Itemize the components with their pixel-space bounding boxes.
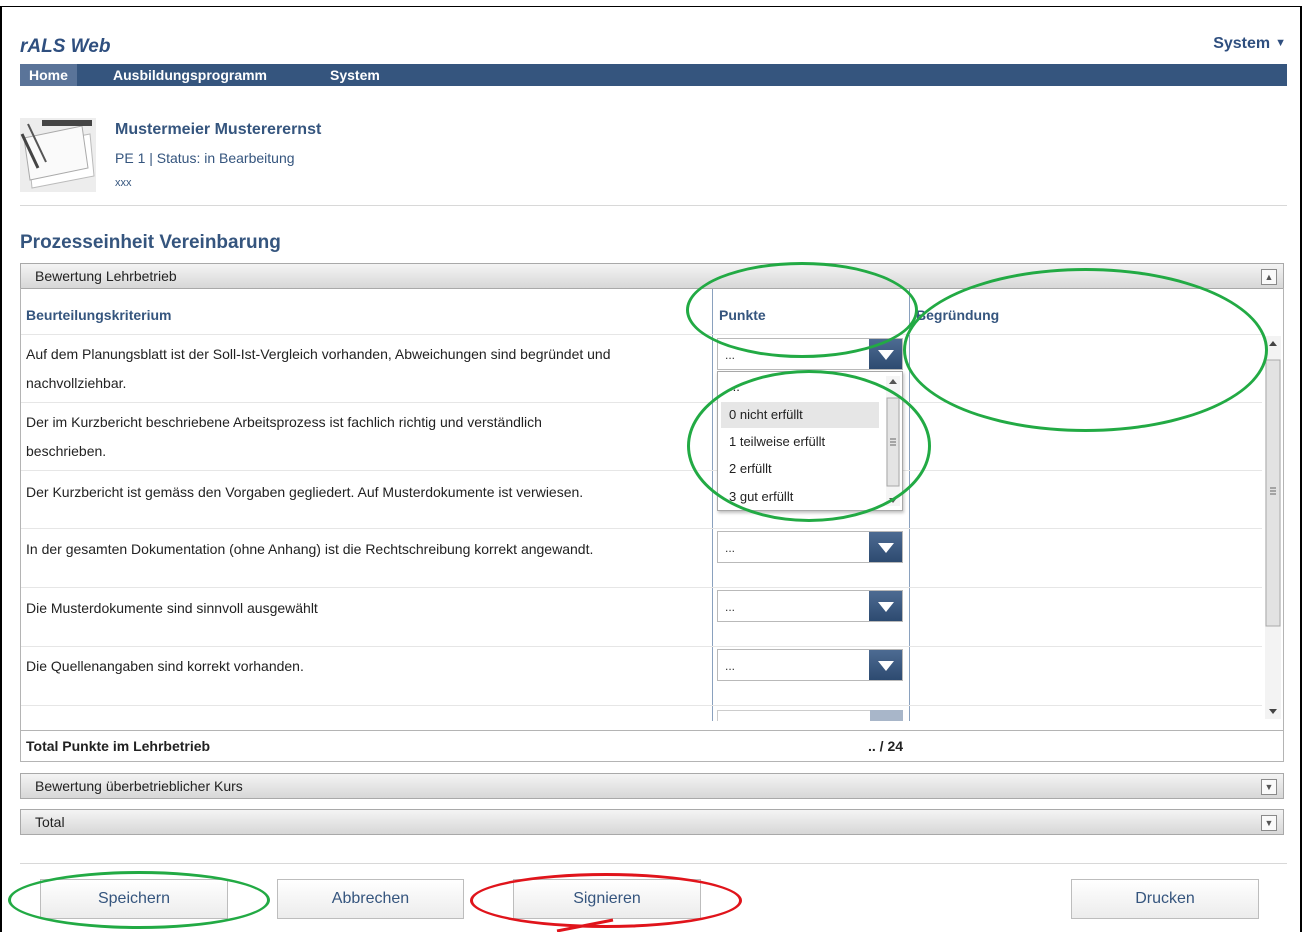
system-menu-label: System xyxy=(1213,35,1271,52)
column-header-criterion: Beurteilungskriterium xyxy=(26,307,172,323)
annotation-ellipse xyxy=(687,370,931,522)
annotation-ellipse xyxy=(8,871,270,929)
points-select[interactable]: ... xyxy=(717,590,903,622)
criterion-text: In der gesamten Dokumentation (ohne Anha… xyxy=(26,541,594,557)
total-row: Total Punkte im Lehrbetrieb .. / 24 xyxy=(20,730,1284,762)
criterion-text: Der Kurzbericht ist gemäss den Vorgaben … xyxy=(26,484,584,500)
total-value: .. / 24 xyxy=(868,738,904,754)
section-title: Prozesseinheit Vereinbarung xyxy=(20,232,281,253)
points-select[interactable]: ... xyxy=(717,531,903,563)
nav-ausbildungsprogramm[interactable]: Ausbildungsprogramm xyxy=(104,64,276,86)
nav-system[interactable]: System xyxy=(321,64,389,86)
app-title: rALS Web xyxy=(20,36,111,57)
table-row: Der Kurzbericht ist gemäss den Vorgaben … xyxy=(26,478,711,507)
annotation-arrow xyxy=(556,918,614,932)
print-button[interactable]: Drucken xyxy=(1071,879,1259,919)
criterion-text: Die Musterdokumente sind sinnvoll ausgew… xyxy=(26,600,318,616)
criterion-text: Die Quellenangaben sind korrekt vorhande… xyxy=(26,658,304,674)
table-row: Der im Kurzbericht beschriebene Arbeitsp… xyxy=(26,408,711,466)
nav-home[interactable]: Home xyxy=(20,64,77,86)
row-divider xyxy=(21,528,1262,529)
panel-header-total[interactable]: Total ▼ xyxy=(20,809,1284,835)
table-row: In der gesamten Dokumentation (ohne Anha… xyxy=(26,535,711,564)
sub-line: xxx xyxy=(115,177,132,189)
panel-title: Total xyxy=(35,814,65,830)
collapse-icon[interactable]: ▲ xyxy=(1261,269,1277,285)
documents-icon xyxy=(20,118,96,192)
panel-title: Bewertung Lehrbetrieb xyxy=(35,268,177,284)
select-value: ... xyxy=(725,541,736,555)
person-name: Mustermeier Mustererernst xyxy=(115,121,322,138)
table-row: Die Musterdokumente sind sinnvoll ausgew… xyxy=(26,594,711,623)
panel-header-kurs[interactable]: Bewertung überbetrieblicher Kurs ▼ xyxy=(20,773,1284,799)
criterion-text: Auf dem Planungsblatt ist der Soll-Ist-V… xyxy=(26,346,611,362)
expand-icon[interactable]: ▼ xyxy=(1261,815,1277,831)
divider xyxy=(20,205,1287,206)
annotation-ellipse xyxy=(903,268,1268,432)
expand-icon[interactable]: ▼ xyxy=(1261,779,1277,795)
row-divider xyxy=(21,646,1262,647)
criterion-text: nachvollziehbar. xyxy=(26,375,127,391)
row-divider xyxy=(21,705,1262,706)
main-navbar: Home Ausbildungsprogramm System xyxy=(20,64,1287,86)
total-label: Total Punkte im Lehrbetrieb xyxy=(26,738,211,754)
dropdown-arrow-icon[interactable] xyxy=(869,532,902,562)
cancel-button[interactable]: Abbrechen xyxy=(277,879,464,919)
column-divider xyxy=(712,289,713,721)
table-scrollbar[interactable] xyxy=(1265,336,1281,719)
select-value: ... xyxy=(725,659,736,673)
points-select-partial[interactable] xyxy=(717,710,903,721)
criterion-text: beschrieben. xyxy=(26,443,107,459)
row-divider xyxy=(21,587,1262,588)
annotation-ellipse xyxy=(686,262,918,358)
chevron-down-icon: ▼ xyxy=(1275,37,1286,49)
document-image xyxy=(20,118,96,192)
select-value: ... xyxy=(725,348,736,362)
system-menu[interactable]: System ▼ xyxy=(1213,35,1286,53)
table-row: Die Quellenangaben sind korrekt vorhande… xyxy=(26,652,711,681)
points-select[interactable]: ... xyxy=(717,649,903,681)
dropdown-arrow-icon[interactable] xyxy=(869,650,902,680)
row-divider xyxy=(21,470,1262,471)
dropdown-arrow-icon[interactable] xyxy=(869,591,902,621)
panel-title: Bewertung überbetrieblicher Kurs xyxy=(35,778,243,794)
divider xyxy=(20,863,1287,864)
table-row: Auf dem Planungsblatt ist der Soll-Ist-V… xyxy=(26,340,711,398)
criterion-text: Der im Kurzbericht beschriebene Arbeitsp… xyxy=(26,414,542,430)
status-line: PE 1 | Status: in Bearbeitung xyxy=(115,150,295,166)
select-value: ... xyxy=(725,600,736,614)
